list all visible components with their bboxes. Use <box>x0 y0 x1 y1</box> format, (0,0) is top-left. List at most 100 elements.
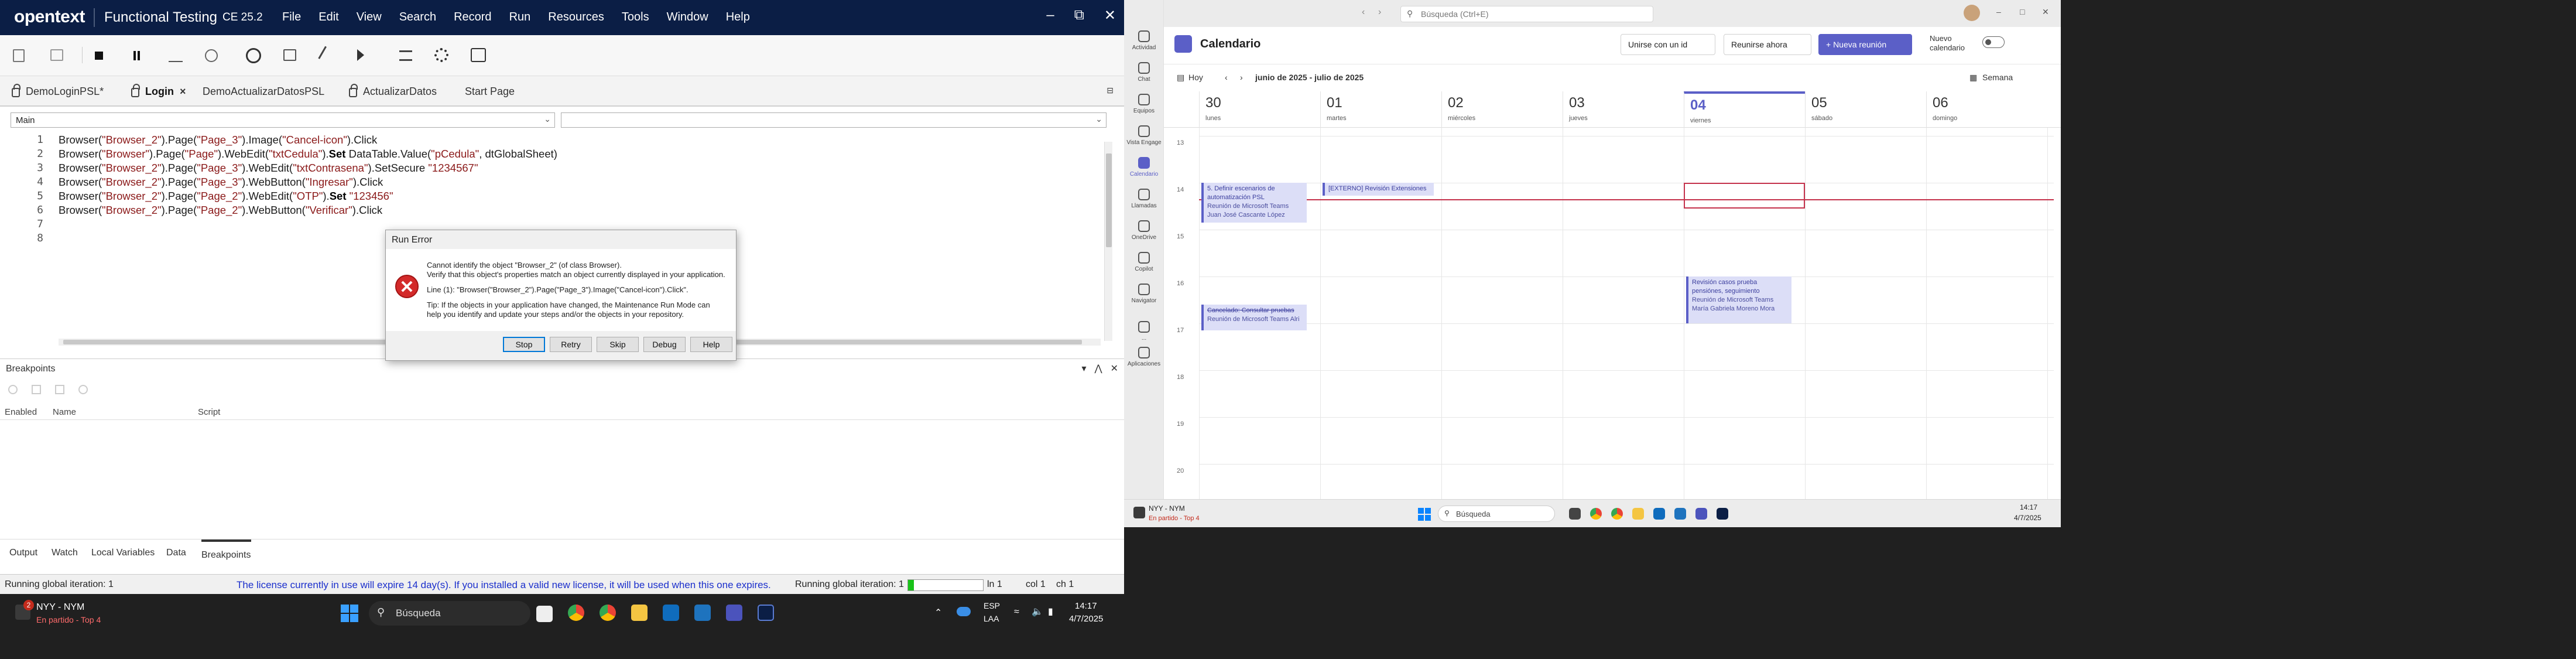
close-window-button[interactable]: ✕ <box>2042 7 2049 17</box>
disable-all-icon[interactable] <box>55 385 64 394</box>
code-line[interactable]: Browser("Browser_2").Page("Page_2").WebB… <box>59 204 382 217</box>
new-icon[interactable] <box>13 49 25 62</box>
sports-icon[interactable] <box>1133 507 1145 518</box>
new-meeting-button[interactable]: + Nueva reunión <box>1818 34 1912 55</box>
chrome-icon[interactable] <box>1590 508 1602 520</box>
menu-item-window[interactable]: Window <box>667 11 708 24</box>
taskbar-search[interactable]: ⚲ Búsqueda <box>369 601 530 626</box>
file-explorer-icon[interactable] <box>1632 508 1644 520</box>
date-range[interactable]: junio de 2025 - julio de 2025 <box>1255 73 1364 82</box>
debug-button[interactable]: Debug <box>643 337 686 352</box>
task-view-icon[interactable] <box>536 606 553 622</box>
menu-item-resources[interactable]: Resources <box>548 11 604 24</box>
doc-tab[interactable]: ActualizarDatos <box>349 81 437 102</box>
menu-item-view[interactable]: View <box>357 11 382 24</box>
rail-item-equipos[interactable]: Equipos <box>1124 94 1164 114</box>
copy-icon[interactable] <box>50 49 63 61</box>
column-name[interactable]: Name <box>53 407 76 417</box>
menu-item-file[interactable]: File <box>282 11 301 24</box>
skip-button[interactable]: Skip <box>597 337 639 352</box>
bottom-tab-data[interactable]: Data <box>166 548 186 558</box>
functional-testing-icon[interactable] <box>1717 508 1728 520</box>
column-enabled[interactable]: Enabled <box>5 407 37 417</box>
doc-tab[interactable]: DemoActualizarDatosPSL <box>203 81 324 102</box>
code-line[interactable]: Browser("Browser_2").Page("Page_3").WebE… <box>59 162 478 175</box>
close-pane-icon[interactable]: ✕ <box>1111 363 1118 374</box>
doc-tab[interactable]: Start Page <box>465 81 515 102</box>
clear-all-icon[interactable] <box>78 385 88 394</box>
rail-item-copilot[interactable]: Copilot <box>1124 252 1164 272</box>
column-script[interactable]: Script <box>198 407 220 417</box>
vertical-scrollbar[interactable] <box>1104 142 1112 341</box>
outlook-icon[interactable] <box>1653 508 1665 520</box>
stop-icon[interactable] <box>95 52 103 60</box>
next-week-icon[interactable]: › <box>1240 73 1243 82</box>
outlook-icon[interactable] <box>663 605 679 621</box>
code-line[interactable]: Browser("Browser_2").Page("Page_3").Imag… <box>59 134 377 146</box>
selected-slot[interactable] <box>1684 183 1805 209</box>
clock-time[interactable]: 14:17 <box>1075 601 1097 611</box>
task-view-icon[interactable] <box>1569 508 1581 520</box>
start-icon[interactable] <box>341 605 358 622</box>
doc-tab[interactable]: Login × <box>131 81 186 102</box>
clock-date[interactable]: 4/7/2025 <box>1069 614 1103 624</box>
bottom-tab-watch[interactable]: Watch <box>52 548 78 558</box>
code-line[interactable]: Browser("Browser_2").Page("Page_2").WebE… <box>59 190 393 203</box>
day-header[interactable]: 01 martes <box>1320 91 1441 128</box>
day-header[interactable]: 02 miércoles <box>1441 91 1563 128</box>
run-icon[interactable] <box>357 49 368 61</box>
battery-icon[interactable]: ▮ <box>1048 606 1053 617</box>
wifi-icon[interactable]: ≈ <box>1014 607 1019 617</box>
pause-icon[interactable] <box>133 51 136 60</box>
help-button[interactable]: Help <box>690 337 732 352</box>
teams-icon[interactable] <box>726 605 742 621</box>
bottom-tab-output[interactable]: Output <box>9 548 37 558</box>
store-icon[interactable] <box>1674 508 1686 520</box>
object-spy-icon[interactable] <box>283 49 296 61</box>
store-icon[interactable] <box>694 605 711 621</box>
delete-breakpoint-icon[interactable] <box>32 385 41 394</box>
taskbar-search[interactable]: ⚲ Búsqueda <box>1438 506 1555 522</box>
rail-item-actividad[interactable]: Actividad <box>1124 30 1164 51</box>
keyboard-layout[interactable]: LAA <box>984 614 999 623</box>
meet-now-button[interactable]: Reunirse ahora <box>1724 34 1811 55</box>
menu-item-edit[interactable]: Edit <box>318 11 338 24</box>
day-header[interactable]: 03 jueves <box>1563 91 1684 128</box>
pane-menu-icon[interactable]: ▾ <box>1081 363 1086 374</box>
close-window-button[interactable]: ✕ <box>1104 7 1116 24</box>
data-table-icon[interactable] <box>471 48 486 62</box>
view-selector[interactable]: Semana <box>1982 73 2013 82</box>
rail-item-onedrive[interactable]: OneDrive <box>1124 220 1164 241</box>
minimize-button[interactable]: – <box>1996 7 2001 16</box>
menu-item-run[interactable]: Run <box>509 11 531 24</box>
language-code[interactable]: ESP <box>984 601 1000 610</box>
functional-testing-icon[interactable] <box>758 605 774 621</box>
prev-week-icon[interactable]: ‹ <box>1225 73 1228 82</box>
teams-icon[interactable] <box>1695 508 1707 520</box>
onedrive-icon[interactable] <box>957 607 971 616</box>
bottom-tab-breakpoints[interactable]: Breakpoints <box>201 540 251 561</box>
menu-item-record[interactable]: Record <box>454 11 491 24</box>
calendar-event[interactable]: Cancelado: Consultar pruebas Reunión de M… <box>1201 305 1307 330</box>
restore-button[interactable]: □ <box>2020 7 2025 16</box>
stop-button[interactable]: Stop <box>503 337 545 352</box>
day-header[interactable]: 04 viernes <box>1684 91 1805 128</box>
close-tab-icon[interactable]: × <box>180 86 186 98</box>
day-header[interactable]: 30 lunes <box>1199 91 1320 128</box>
step-over-icon[interactable] <box>205 49 218 62</box>
retry-button[interactable]: Retry <box>550 337 592 352</box>
pin-icon[interactable]: ⊟ <box>1107 86 1114 95</box>
rail-item-[interactable]: ... <box>1124 321 1164 342</box>
clock-date[interactable]: 4/7/2025 <box>2014 514 2041 522</box>
list-icon[interactable] <box>399 50 412 61</box>
rail-item-vistaengage[interactable]: Vista Engage <box>1124 125 1164 146</box>
new-calendar-toggle[interactable] <box>1982 36 2005 48</box>
rail-item-calendario[interactable]: Calendario <box>1124 157 1164 177</box>
pin-icon[interactable]: ⋀ <box>1094 363 1102 374</box>
chrome-icon[interactable] <box>1611 508 1623 520</box>
procedure-combo[interactable]: ⌄ <box>561 112 1107 128</box>
chrome-icon[interactable] <box>600 605 616 621</box>
scroll-thumb[interactable] <box>1106 153 1112 247</box>
file-explorer-icon[interactable] <box>631 605 648 621</box>
chrome-icon[interactable] <box>568 605 584 621</box>
